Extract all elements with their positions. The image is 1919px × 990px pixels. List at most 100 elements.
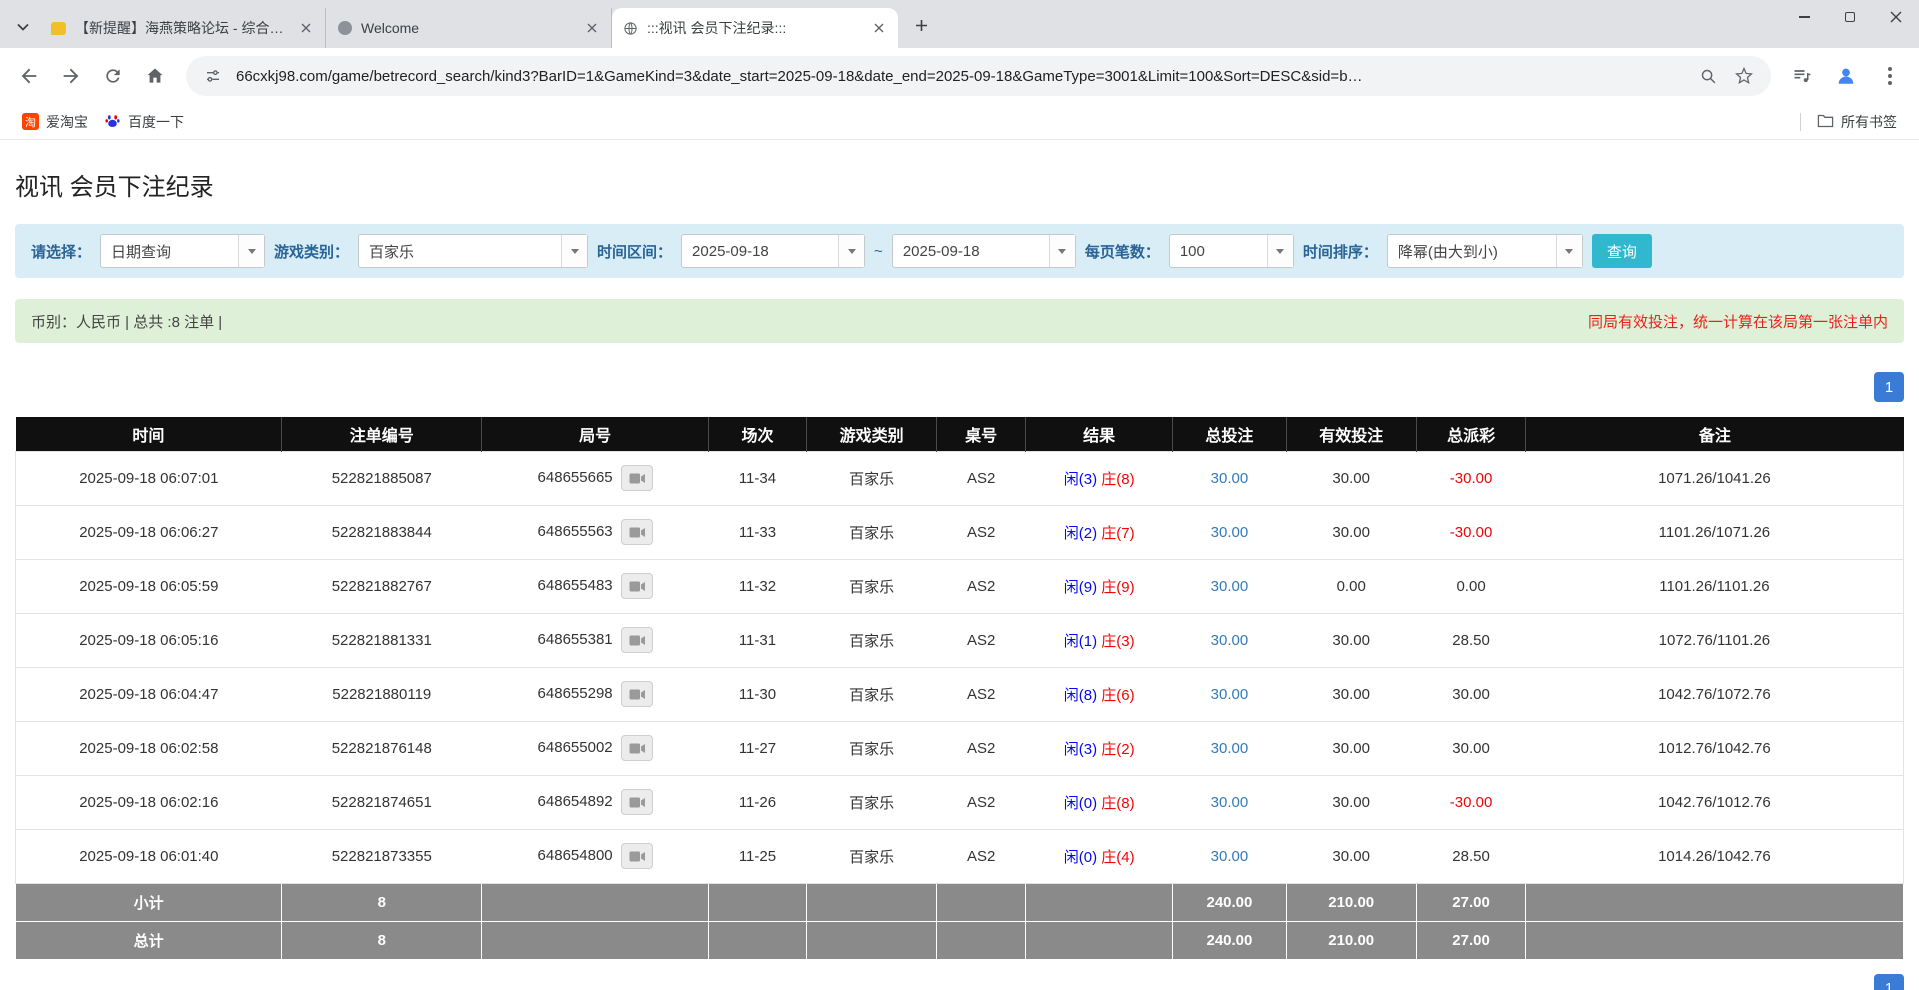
back-button[interactable]: [10, 57, 48, 95]
browser-tab-bet-records[interactable]: :::视讯 会员下注纪录:::: [612, 8, 898, 48]
media-controls-icon[interactable]: [1783, 57, 1821, 95]
select-mode-label: 请选择：: [31, 241, 91, 262]
currency-summary-text: 币别：人民币 | 总共 :8 注单 |: [31, 311, 222, 332]
cell-game-type: 百家乐: [807, 559, 937, 613]
page-size-select[interactable]: 100: [1169, 234, 1294, 268]
cell-time: 2025-09-18 06:06:27: [16, 505, 282, 559]
sort-select[interactable]: 降幂(由大到小): [1387, 234, 1583, 268]
total-count: 8: [282, 921, 482, 959]
new-tab-button[interactable]: [906, 10, 936, 40]
total-bet-link[interactable]: 30.00: [1211, 794, 1249, 811]
total-bet-link[interactable]: 30.00: [1211, 686, 1249, 703]
round-replay-button[interactable]: [621, 789, 653, 815]
header-result: 结果: [1026, 417, 1173, 451]
cell-session: 11-33: [708, 505, 806, 559]
bookmark-taobao[interactable]: 淘 爱淘宝: [14, 108, 96, 136]
cell-total-bet: 30.00: [1173, 451, 1286, 505]
date-mode-select[interactable]: 日期查询: [100, 234, 265, 268]
round-replay-button[interactable]: [621, 681, 653, 707]
cell-total-bet: 30.00: [1173, 829, 1286, 883]
result-banker: 庄(9): [1101, 579, 1134, 596]
round-replay-button[interactable]: [621, 735, 653, 761]
page-number-button[interactable]: 1: [1874, 372, 1904, 402]
close-tab-icon[interactable]: [870, 19, 888, 37]
chevron-down-icon[interactable]: [238, 235, 264, 267]
result-player: 闲(9): [1064, 579, 1097, 596]
chevron-down-icon[interactable]: [561, 235, 587, 267]
cell-bet-id: 522821883844: [282, 505, 482, 559]
close-tab-icon[interactable]: [583, 19, 601, 37]
maximize-button[interactable]: [1827, 0, 1873, 34]
round-id-text: 648655483: [538, 577, 613, 594]
cell-table-no: AS2: [937, 451, 1026, 505]
date-start-picker[interactable]: 2025-09-18: [681, 234, 865, 268]
cell-time: 2025-09-18 06:04:47: [16, 667, 282, 721]
search-button[interactable]: 查询: [1592, 234, 1652, 268]
round-replay-button[interactable]: [621, 465, 653, 491]
cell-round-id: 648655483: [482, 559, 709, 613]
cell-remark: 1101.26/1101.26: [1526, 559, 1904, 613]
total-bet-link[interactable]: 30.00: [1211, 470, 1249, 487]
home-button[interactable]: [136, 57, 174, 95]
header-table-no: 桌号: [937, 417, 1026, 451]
tab-title: 【新提醒】海燕策略论坛 - 综合…: [75, 18, 289, 38]
zoom-icon[interactable]: [1695, 63, 1721, 89]
table-row: 2025-09-18 06:02:58522821876148648655002…: [16, 721, 1904, 775]
forward-button[interactable]: [52, 57, 90, 95]
game-type-select[interactable]: 百家乐: [358, 234, 588, 268]
cell-result: 闲(1) 庄(3): [1026, 613, 1173, 667]
header-round-id: 局号: [482, 417, 709, 451]
browser-menu-icon[interactable]: [1871, 57, 1909, 95]
cell-round-id: 648655563: [482, 505, 709, 559]
total-bet-link[interactable]: 30.00: [1211, 632, 1249, 649]
round-replay-button[interactable]: [621, 519, 653, 545]
cell-game-type: 百家乐: [807, 829, 937, 883]
window-controls: [1781, 0, 1919, 34]
tab-search-chevron-icon[interactable]: [8, 12, 38, 42]
chevron-down-icon[interactable]: [1049, 235, 1075, 267]
page-title: 视讯 会员下注纪录: [15, 167, 1904, 202]
address-bar[interactable]: 66cxkj98.com/game/betrecord_search/kind3…: [186, 56, 1771, 96]
total-bet-link[interactable]: 30.00: [1211, 524, 1249, 541]
total-bet-link[interactable]: 30.00: [1211, 578, 1249, 595]
bookmark-baidu[interactable]: 百度一下: [96, 108, 192, 136]
close-tab-icon[interactable]: [297, 19, 315, 37]
browser-tab-welcome[interactable]: Welcome: [326, 8, 612, 48]
minimize-button[interactable]: [1781, 0, 1827, 34]
total-bet-link[interactable]: 30.00: [1211, 740, 1249, 757]
round-replay-button[interactable]: [621, 843, 653, 869]
round-replay-button[interactable]: [621, 627, 653, 653]
result-banker: 庄(3): [1101, 633, 1134, 650]
chevron-down-icon[interactable]: [838, 235, 864, 267]
all-bookmarks-label: 所有书签: [1841, 112, 1897, 132]
page-size-label: 每页笔数：: [1085, 241, 1160, 262]
chevron-down-icon[interactable]: [1267, 235, 1293, 267]
bookmark-star-icon[interactable]: [1731, 63, 1757, 89]
cell-total-bet: 30.00: [1173, 667, 1286, 721]
browser-tab-forum[interactable]: 【新提醒】海燕策略论坛 - 综合…: [40, 8, 326, 48]
reload-button[interactable]: [94, 57, 132, 95]
profile-avatar-icon[interactable]: [1827, 57, 1865, 95]
empty-cell: [1026, 883, 1173, 921]
site-settings-icon[interactable]: [200, 63, 226, 89]
cell-total-bet: 30.00: [1173, 505, 1286, 559]
cell-total-bet: 30.00: [1173, 613, 1286, 667]
cell-round-id: 648655298: [482, 667, 709, 721]
page-number-button[interactable]: 1: [1874, 974, 1904, 990]
round-id-text: 648654892: [538, 793, 613, 810]
round-id-text: 648655298: [538, 685, 613, 702]
close-window-button[interactable]: [1873, 0, 1919, 34]
welcome-favicon-icon: [336, 20, 353, 37]
toolbar-right-icons: [1783, 57, 1909, 95]
cell-remark: 1072.76/1101.26: [1526, 613, 1904, 667]
taobao-icon: 淘: [22, 113, 39, 130]
date-end-picker[interactable]: 2025-09-18: [892, 234, 1076, 268]
result-banker: 庄(2): [1101, 741, 1134, 758]
chevron-down-icon[interactable]: [1556, 235, 1582, 267]
filter-bar: 请选择： 日期查询 游戏类别： 百家乐 时间区间： 2025-09-18 ~ 2…: [15, 224, 1904, 278]
cell-valid-bet: 30.00: [1286, 667, 1416, 721]
round-replay-button[interactable]: [621, 573, 653, 599]
url-text[interactable]: 66cxkj98.com/game/betrecord_search/kind3…: [236, 68, 1685, 85]
all-bookmarks-button[interactable]: 所有书签: [1809, 108, 1905, 136]
total-bet-link[interactable]: 30.00: [1211, 848, 1249, 865]
